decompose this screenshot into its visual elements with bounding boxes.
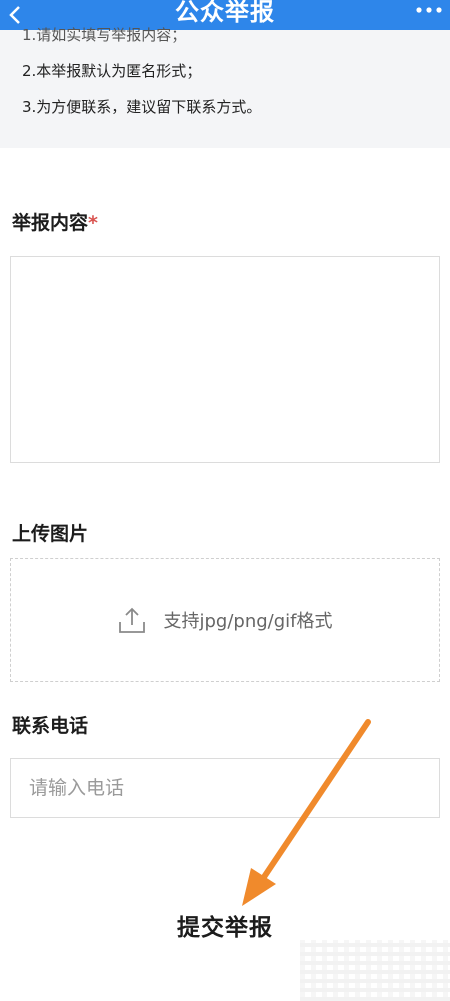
more-dots-icon bbox=[416, 7, 442, 13]
upload-icon bbox=[117, 605, 147, 635]
more-button[interactable] bbox=[412, 0, 446, 20]
upload-label: 上传图片 bbox=[12, 523, 89, 545]
image-upload-area[interactable]: 支持jpg/png/gif格式 bbox=[10, 558, 440, 682]
report-content-textarea[interactable] bbox=[10, 256, 440, 463]
annotation-arrow bbox=[242, 719, 371, 906]
notice-line-3: 3.为方便联系，建议留下联系方式。 bbox=[22, 98, 262, 116]
notice-panel: 1.请如实填写举报内容； 2.本举报默认为匿名形式； 3.为方便联系，建议留下联… bbox=[0, 26, 450, 148]
watermark bbox=[300, 940, 450, 1001]
phone-label: 联系电话 bbox=[12, 715, 89, 737]
content-label-text: 举报内容 bbox=[12, 212, 89, 234]
page-title: 公众举报 bbox=[175, 0, 275, 26]
submit-report-button[interactable]: 提交举报 bbox=[150, 905, 300, 945]
phone-input[interactable] bbox=[10, 758, 440, 818]
notice-line-2: 2.本举报默认为匿名形式； bbox=[22, 62, 202, 80]
report-page: 公众举报 1.请如实填写举报内容； 2.本举报默认为匿名形式； 3.为方便联系，… bbox=[0, 0, 450, 1001]
upload-hint: 支持jpg/png/gif格式 bbox=[163, 611, 333, 632]
content-label: 举报内容* bbox=[12, 208, 98, 235]
notice-line-1: 1.请如实填写举报内容； bbox=[22, 26, 187, 44]
required-star: * bbox=[88, 212, 98, 234]
